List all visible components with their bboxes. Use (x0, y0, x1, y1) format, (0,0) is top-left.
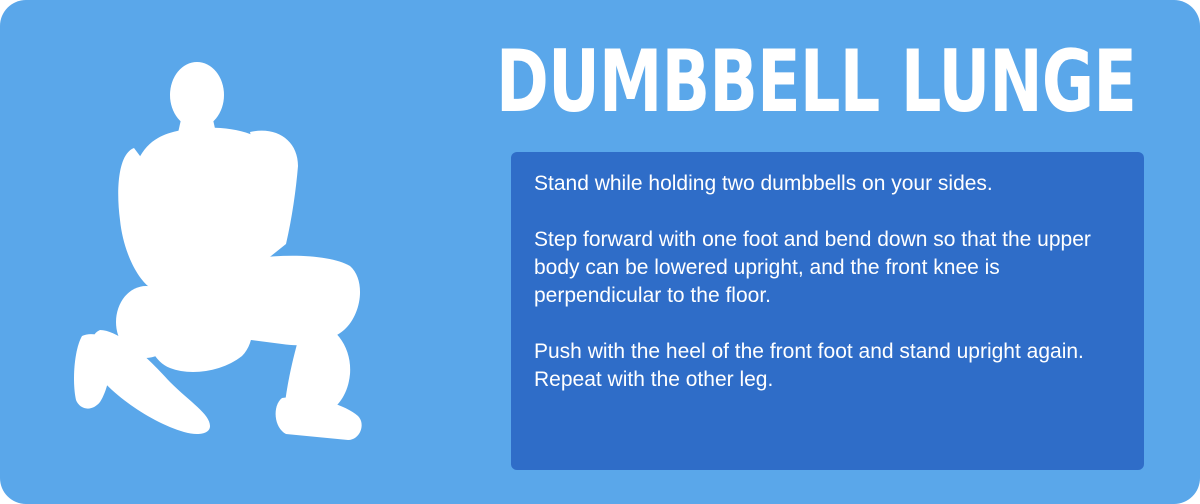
instruction-step: Push with the heel of the front foot and… (534, 340, 1084, 391)
exercise-card: DUMBBELL LUNGE Stand while holding two d… (0, 0, 1200, 504)
instruction-step: Stand while holding two dumbbells on you… (534, 172, 993, 195)
exercise-title: DUMBBELL LUNGE (496, 32, 1137, 132)
instruction-step: Step forward with one foot and bend down… (534, 228, 1091, 307)
instructions-panel: Stand while holding two dumbbells on you… (511, 152, 1144, 470)
kneeling-lunge-silhouette-icon (74, 62, 362, 440)
